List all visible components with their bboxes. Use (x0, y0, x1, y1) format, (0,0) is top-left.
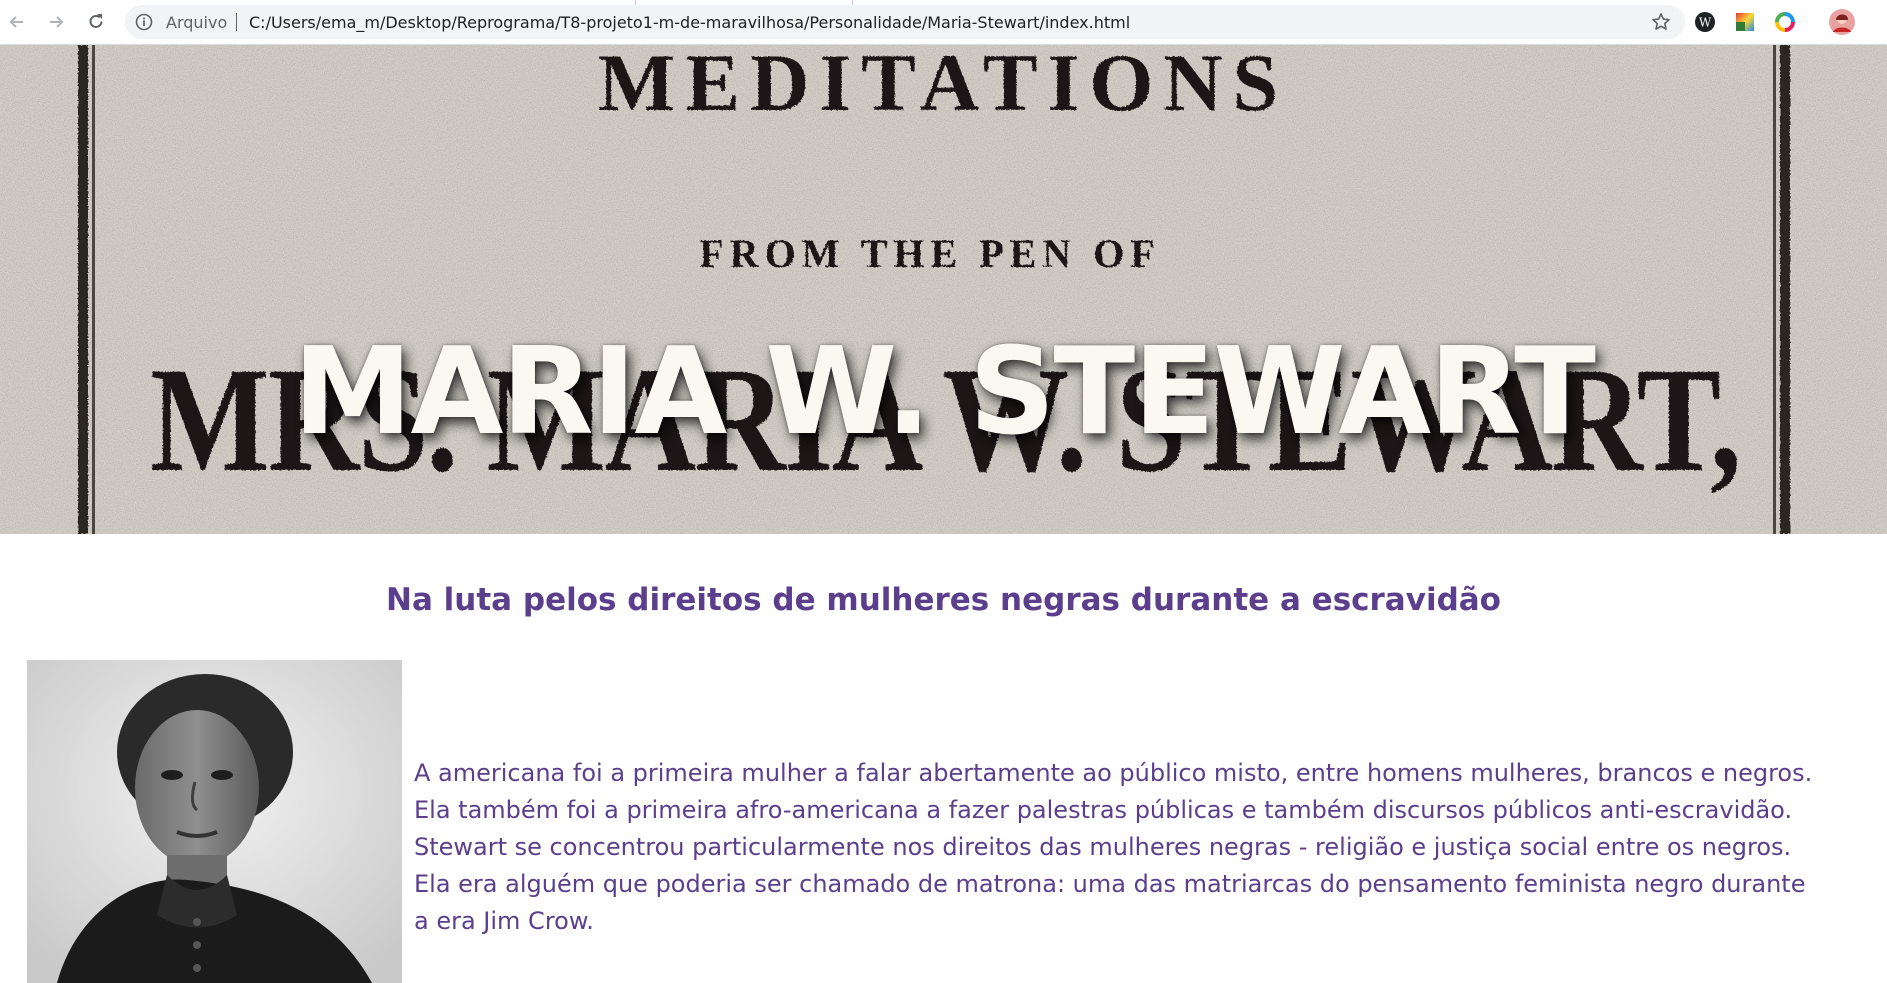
address-separator (236, 13, 237, 31)
color-wheel-extension-icon[interactable] (1774, 11, 1796, 33)
svg-text:W: W (1699, 16, 1712, 30)
star-icon[interactable] (1651, 12, 1671, 32)
address-bar[interactable]: Arquivo C:/Users/ema_m/Desktop/Reprogram… (125, 5, 1685, 39)
hero-print-line1: MEDITATIONS (598, 45, 1288, 128)
url-text[interactable]: C:/Users/ema_m/Desktop/Reprograma/T8-pro… (249, 13, 1130, 32)
scheme-label: Arquivo (166, 13, 228, 32)
bio-paragraph: A americana foi a primeira mulher a fala… (414, 759, 1813, 935)
profile-avatar-icon[interactable] (1828, 8, 1856, 36)
forward-button[interactable] (43, 9, 69, 35)
hero-banner: MEDITATIONS FROM THE PEN OF MRS. MARIA W… (0, 45, 1887, 534)
forward-arrow-icon (50, 16, 64, 28)
color-extension-icon[interactable] (1734, 11, 1756, 33)
reload-button[interactable] (83, 9, 109, 35)
back-button[interactable] (4, 9, 30, 35)
info-icon[interactable] (135, 13, 153, 31)
wikipedia-extension-icon[interactable]: W (1694, 11, 1716, 33)
hero-print-line2: FROM THE PEN OF (699, 231, 1160, 276)
portrait-photo (27, 660, 402, 983)
back-arrow-icon (9, 16, 23, 28)
hero-title: MARIA W. STEWART (293, 323, 1596, 462)
page-subtitle: Na luta pelos direitos de mulheres negra… (386, 582, 1501, 618)
browser-toolbar: Arquivo C:/Users/ema_m/Desktop/Reprogram… (0, 0, 1887, 45)
reload-icon (89, 14, 103, 28)
portrait-image (27, 660, 402, 983)
